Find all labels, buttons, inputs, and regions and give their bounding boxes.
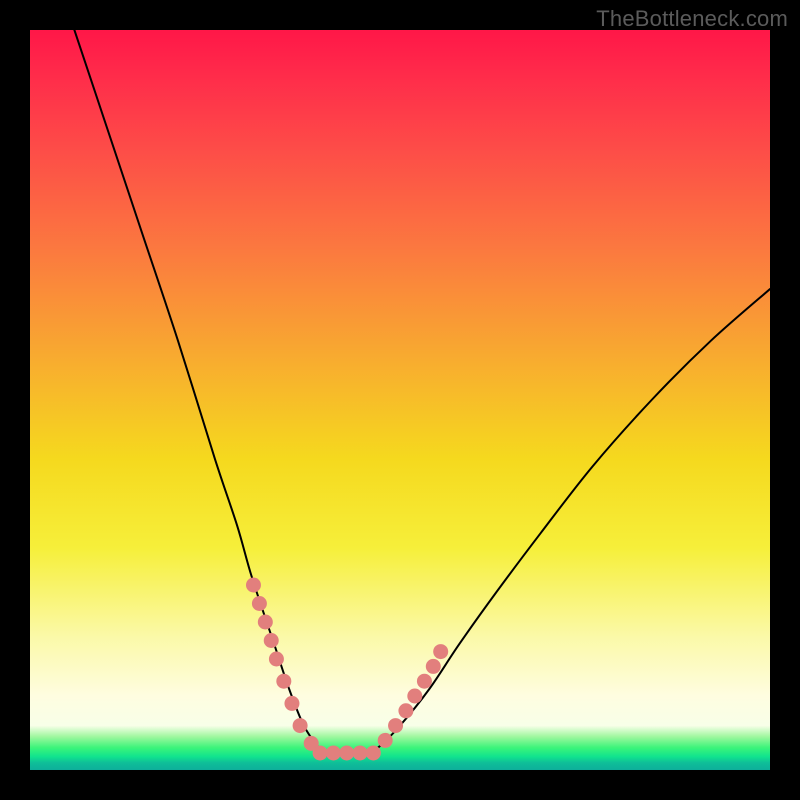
marker-dots [246,578,448,761]
marker-dot [417,674,432,689]
marker-dot [407,689,422,704]
marker-dot [378,733,393,748]
marker-dot [433,644,448,659]
bottleneck-curve [74,30,770,756]
marker-dot [326,745,341,760]
marker-dot [293,718,308,733]
marker-dot [276,674,291,689]
marker-dot [246,578,261,593]
marker-dot [339,745,354,760]
marker-dot [284,696,299,711]
marker-dot [388,718,403,733]
marker-dot [269,652,284,667]
marker-dot [258,615,273,630]
marker-dot [252,596,267,611]
marker-dot [313,745,328,760]
marker-dot [353,745,368,760]
curve-layer [30,30,770,770]
chart-frame: TheBottleneck.com [0,0,800,800]
marker-dot [398,703,413,718]
watermark-text: TheBottleneck.com [596,6,788,32]
plot-area [30,30,770,770]
marker-dot [366,745,381,760]
marker-dot [426,659,441,674]
marker-dot [264,633,279,648]
